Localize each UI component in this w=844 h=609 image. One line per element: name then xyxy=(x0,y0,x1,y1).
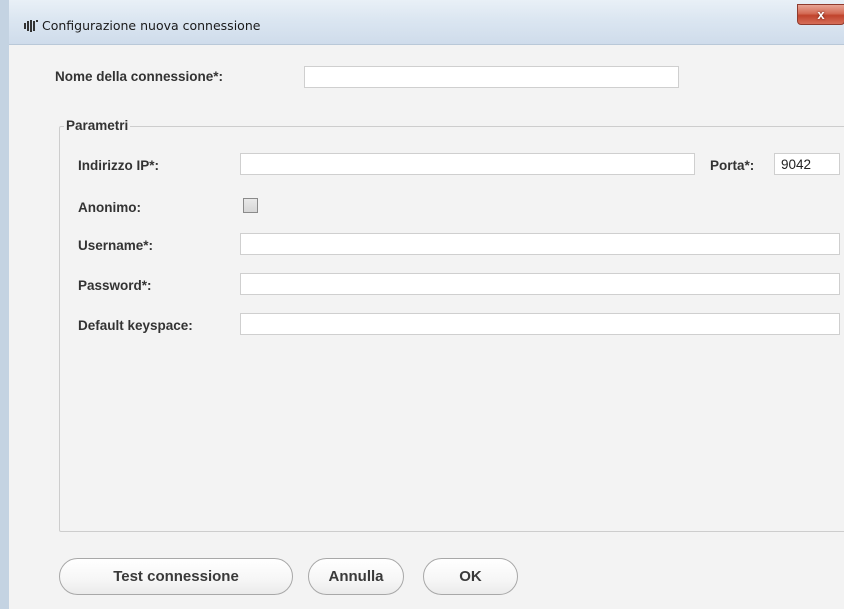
ip-address-label: Indirizzo IP*: xyxy=(78,158,159,173)
keyspace-input[interactable] xyxy=(240,313,840,335)
title-bar: Configurazione nuova connessione x xyxy=(9,0,844,45)
password-input[interactable] xyxy=(240,273,840,295)
window-title: Configurazione nuova connessione xyxy=(42,18,261,33)
password-label: Password*: xyxy=(78,278,152,293)
app-sound-icon xyxy=(24,20,38,32)
port-input[interactable] xyxy=(774,153,840,175)
ip-address-input[interactable] xyxy=(240,153,695,175)
keyspace-label: Default keyspace: xyxy=(78,318,193,333)
username-input[interactable] xyxy=(240,233,840,255)
test-connection-button[interactable]: Test connessione xyxy=(59,558,293,595)
port-label: Porta*: xyxy=(710,158,755,173)
cancel-button[interactable]: Annulla xyxy=(308,558,404,595)
connection-name-input[interactable] xyxy=(304,66,679,88)
anonymous-label: Anonimo: xyxy=(78,200,141,215)
username-label: Username*: xyxy=(78,238,154,253)
close-button[interactable]: x xyxy=(797,4,844,25)
parameters-group-title: Parametri xyxy=(64,118,131,133)
close-icon: x xyxy=(817,7,825,22)
ok-button[interactable]: OK xyxy=(423,558,518,595)
anonymous-checkbox[interactable] xyxy=(243,198,258,213)
connection-name-label: Nome della connessione*: xyxy=(55,69,224,84)
dialog-content: Nome della connessione*: Parametri Indir… xyxy=(9,45,844,609)
